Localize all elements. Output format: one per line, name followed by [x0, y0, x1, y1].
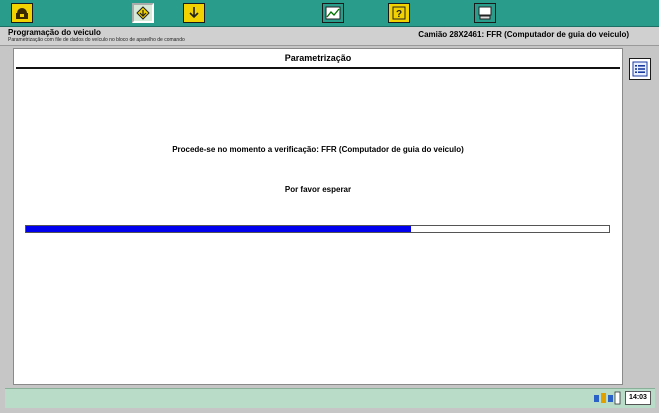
status-icons: [592, 390, 622, 406]
computer-button[interactable]: [474, 3, 496, 23]
list-button[interactable]: [629, 58, 651, 80]
panel-title: Parametrização: [284, 53, 352, 63]
connection-icon: [594, 391, 621, 405]
page-title: Programação do veiculo: [8, 28, 101, 37]
help-button[interactable]: ?: [388, 3, 410, 23]
home-icon: [16, 8, 28, 19]
parametrization-panel: Parametrização Procede-se no momento a v…: [13, 48, 623, 385]
chart-icon: [325, 6, 341, 20]
top-toolbar: ?: [0, 0, 659, 27]
svg-text:?: ?: [396, 9, 402, 20]
help-icon: ?: [392, 6, 406, 20]
status-bar: [5, 388, 655, 408]
progress-fill: [26, 226, 411, 232]
verification-message: Procede-se no momento a verificação: FFR…: [172, 145, 464, 154]
page-subtitle: Parametrização com file de dados do veíc…: [8, 37, 185, 43]
vehicle-info: Camião 28X2461: FFR (Computador de guia …: [418, 30, 629, 39]
clock: 14:03: [625, 391, 651, 405]
chart-button[interactable]: [322, 3, 344, 23]
title-bar: Programação do veiculo Parametrização co…: [0, 27, 659, 46]
computer-icon: [478, 6, 492, 20]
wait-message: Por favor esperar: [284, 185, 352, 194]
programming-button[interactable]: [132, 3, 154, 23]
home-button[interactable]: [11, 3, 33, 23]
panel-divider: [16, 67, 620, 69]
list-icon: [632, 61, 648, 77]
download-button[interactable]: [183, 3, 205, 23]
download-icon: [189, 7, 199, 19]
progress-bar: [25, 225, 610, 233]
arrow-down-icon: [136, 6, 150, 20]
